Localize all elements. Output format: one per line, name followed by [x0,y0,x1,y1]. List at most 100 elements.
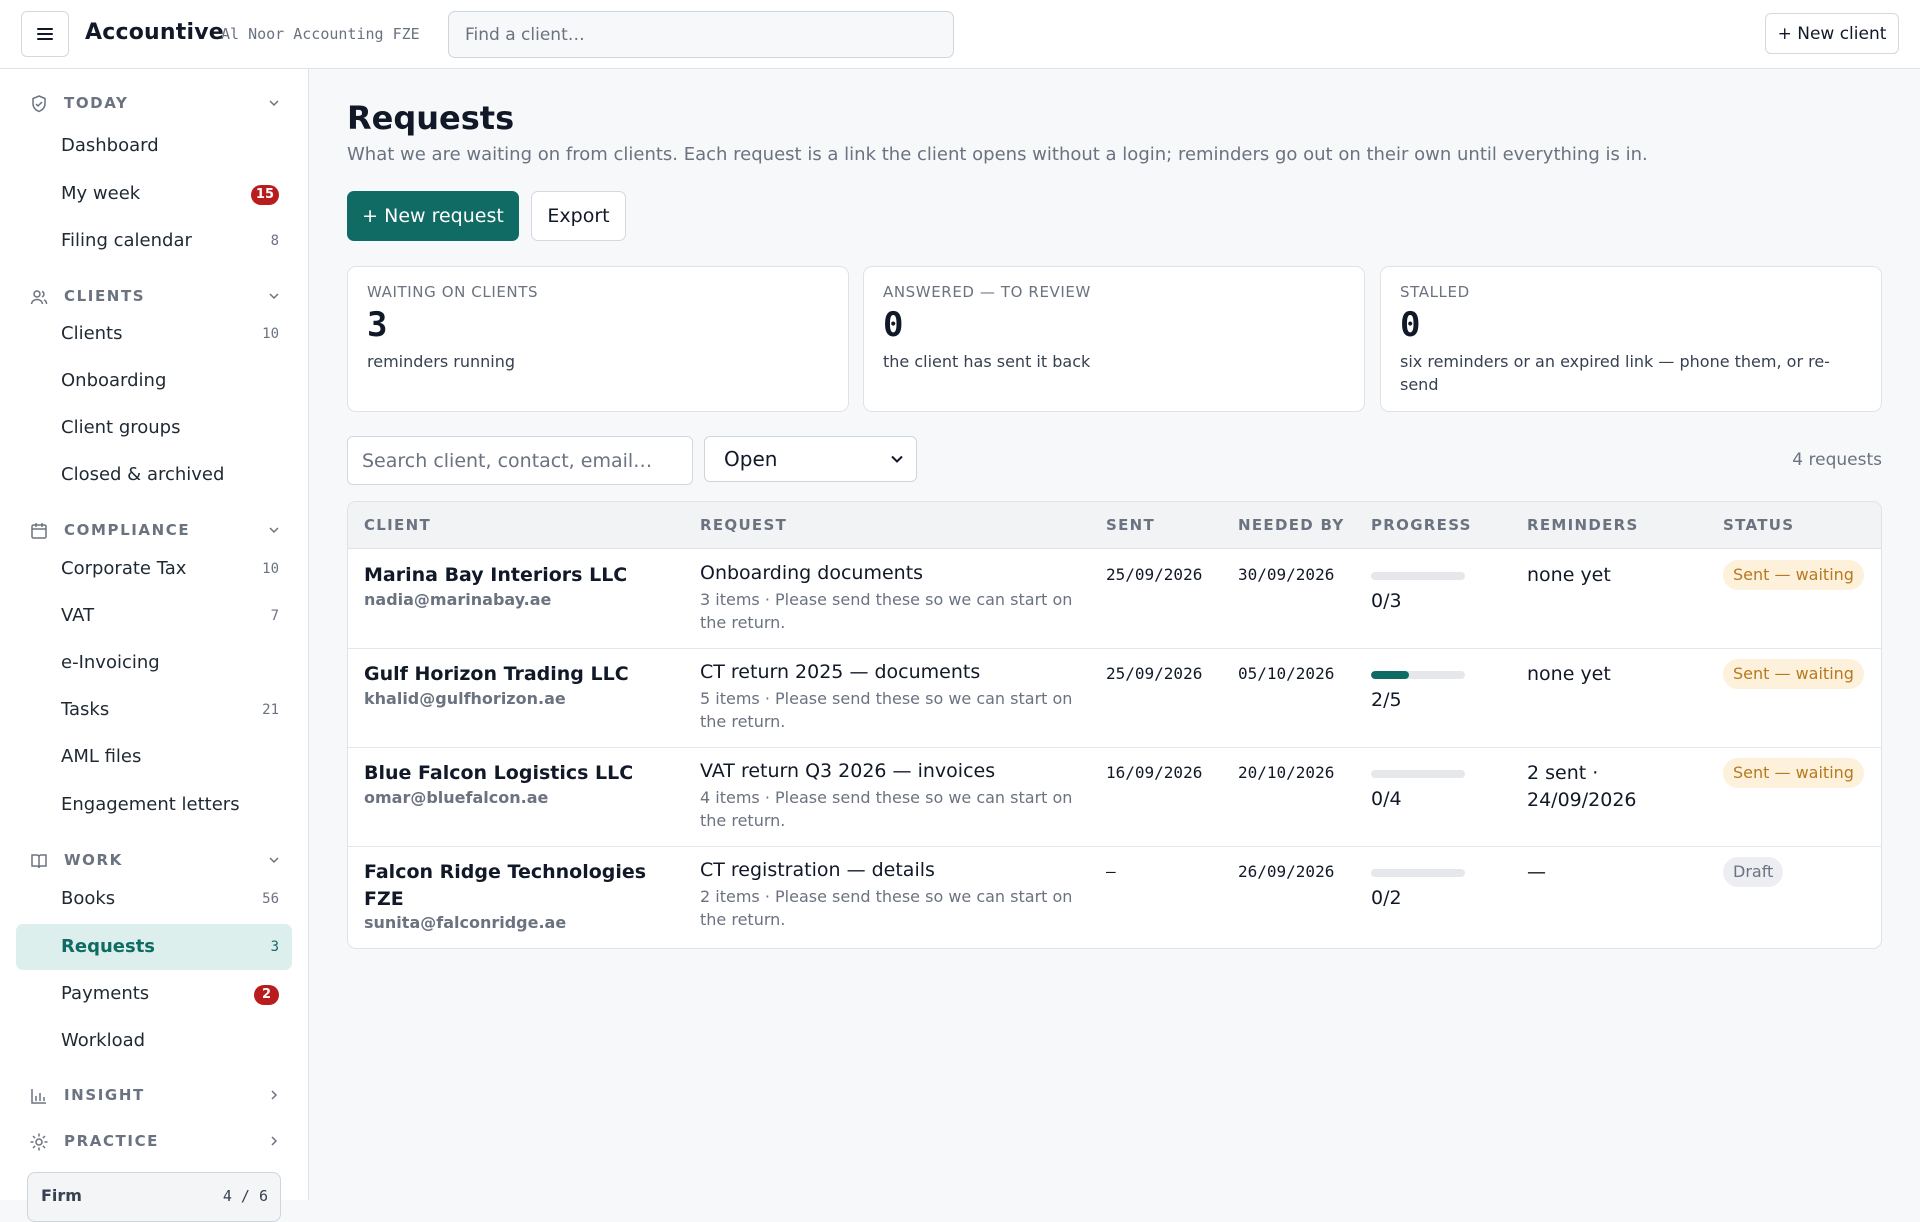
sidebar-item-engagement-letters[interactable]: Engagement letters [16,782,292,828]
page-subtitle: What we are waiting on from clients. Eac… [347,144,1648,165]
menu-button[interactable] [21,11,69,57]
client-name[interactable]: Falcon Ridge Technologies FZE [364,859,664,913]
chevron-down-icon [266,522,282,538]
hamburger-icon [37,28,53,40]
status-badge: Sent — waiting [1723,659,1864,689]
chevron-right-icon [266,1133,282,1149]
section-title: INSIGHT [64,1086,145,1104]
bar-chart-icon [29,1086,49,1106]
chevron-down-icon [891,455,903,463]
new-client-button[interactable]: + New client [1765,13,1899,54]
section-title: TODAY [64,94,129,112]
progress-text: 0/4 [1371,788,1402,810]
sidebar-item-requests[interactable]: Requests 3 [16,924,292,970]
sidebar-item-my-week[interactable]: My week 15 [16,171,292,217]
sent-date: 25/09/2026 [1106,565,1203,584]
reminders-text: none yet [1527,663,1611,685]
sidebar-item-aml-files[interactable]: AML files [16,734,292,780]
sidebar-item-label: Clients [61,323,123,344]
client-email: sunita@falconridge.ae [364,913,567,932]
reminders-text: none yet [1527,564,1611,586]
client-name[interactable]: Blue Falcon Logistics LLC [364,760,664,787]
request-search-input[interactable] [347,436,693,485]
sidebar-item-payments[interactable]: Payments 2 [16,971,292,1017]
progress-text: 0/3 [1371,590,1402,612]
column-header-needed-by[interactable]: NEEDED BY [1238,516,1345,534]
stat-value: 0 [1400,305,1421,345]
progress-text: 0/2 [1371,887,1402,909]
status-badge: Draft [1723,857,1784,887]
item-count: 3 [270,939,279,955]
stat-value: 3 [367,305,388,345]
sidebar-item-label: Onboarding [61,370,167,391]
firm-usage-box: Firm 4 / 6 [27,1172,281,1222]
table-header: CLIENT REQUEST SENT NEEDED BY PROGRESS R… [348,502,1881,549]
sidebar-item-label: Tasks [61,699,110,720]
client-name[interactable]: Gulf Horizon Trading LLC [364,661,664,688]
request-detail: 5 items · Please send these so we can st… [700,689,1073,731]
section-insight[interactable]: INSIGHT [0,1077,309,1113]
stat-label: STALLED [1400,283,1470,301]
sidebar-item-label: Engagement letters [61,794,240,815]
request-title[interactable]: CT registration — details [700,859,935,881]
needed-by-date: 30/09/2026 [1238,565,1335,584]
sidebar-item-e-invoicing[interactable]: e-Invoicing [16,640,292,686]
users-icon [29,287,49,307]
column-header-sent[interactable]: SENT [1106,516,1155,534]
table-row[interactable]: Blue Falcon Logistics LLC omar@bluefalco… [348,748,1881,847]
request-title[interactable]: CT return 2025 — documents [700,661,980,683]
sidebar-item-corporate-tax[interactable]: Corporate Tax 10 [16,546,292,592]
export-button[interactable]: Export [531,191,626,241]
column-header-request[interactable]: REQUEST [700,516,787,534]
table-row[interactable]: Gulf Horizon Trading LLC khalid@gulfhori… [348,649,1881,748]
sent-date: – [1106,862,1116,881]
section-title: PRACTICE [64,1132,160,1150]
column-header-reminders[interactable]: REMINDERS [1527,516,1639,534]
sidebar-item-vat[interactable]: VAT 7 [16,593,292,639]
sidebar-item-workload[interactable]: Workload [16,1018,292,1064]
client-name[interactable]: Marina Bay Interiors LLC [364,562,664,589]
sidebar-item-closed-archived[interactable]: Closed & archived [16,452,292,498]
needed-by-date: 26/09/2026 [1238,862,1335,881]
sidebar-item-clients[interactable]: Clients 10 [16,311,292,357]
table-row[interactable]: Falcon Ridge Technologies FZE sunita@fal… [348,847,1881,948]
sidebar-item-filing-calendar[interactable]: Filing calendar 8 [16,218,292,264]
sidebar-item-books[interactable]: Books 56 [16,876,292,922]
count-badge: 2 [254,985,279,1005]
client-email: khalid@gulfhorizon.ae [364,689,566,708]
status-badge: Sent — waiting [1723,560,1864,590]
sidebar-item-client-groups[interactable]: Client groups [16,405,292,451]
firm-usage-label: Firm [41,1186,82,1205]
section-today[interactable]: TODAY [0,85,309,121]
section-work[interactable]: WORK [0,842,309,878]
request-title[interactable]: Onboarding documents [700,562,923,584]
section-practice[interactable]: PRACTICE [0,1123,309,1159]
sidebar-item-label: e-Invoicing [61,652,160,673]
sidebar-item-label: Payments [61,983,150,1004]
section-compliance[interactable]: COMPLIANCE [0,512,309,548]
find-client-input[interactable] [448,11,954,58]
column-header-progress[interactable]: PROGRESS [1371,516,1472,534]
sidebar: TODAY Dashboard My week 15 Filing calenda… [0,69,309,1200]
column-header-client[interactable]: CLIENT [364,516,431,534]
table-row[interactable]: Marina Bay Interiors LLC nadia@marinabay… [348,550,1881,649]
sidebar-item-onboarding[interactable]: Onboarding [16,358,292,404]
requests-table: CLIENT REQUEST SENT NEEDED BY PROGRESS R… [347,501,1882,949]
sidebar-item-dashboard[interactable]: Dashboard [16,123,292,169]
new-request-button[interactable]: + New request [347,191,519,241]
column-header-status[interactable]: STATUS [1723,516,1794,534]
section-clients[interactable]: CLIENTS [0,278,309,314]
item-count: 8 [270,233,279,249]
select-value: Open [724,447,778,471]
item-count: 21 [262,702,279,718]
gear-icon [29,1132,49,1152]
stat-label: ANSWERED — TO REVIEW [883,283,1091,301]
stat-note: six reminders or an expired link — phone… [1400,352,1830,394]
progress-fill [1371,671,1409,679]
page-title: Requests [347,99,515,137]
status-filter-select[interactable]: Open [704,436,917,482]
sidebar-item-tasks[interactable]: Tasks 21 [16,687,292,733]
request-title[interactable]: VAT return Q3 2026 — invoices [700,760,995,782]
reminders-text: 2 sent · 24/09/2026 [1527,762,1637,811]
sidebar-item-label: Workload [61,1030,146,1051]
